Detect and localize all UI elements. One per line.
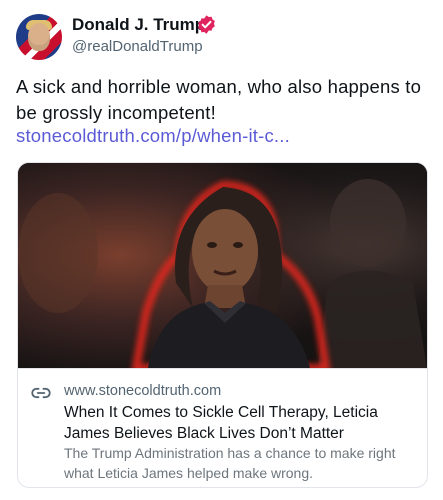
- verified-badge-icon: [198, 15, 215, 34]
- card-domain[interactable]: www.stonecoldtruth.com: [64, 383, 221, 399]
- card-meta: www.stonecoldtruth.com When It Comes to …: [18, 368, 427, 487]
- link-icon: [31, 387, 51, 399]
- card-headline[interactable]: When It Comes to Sickle Cell Therapy, Le…: [64, 402, 414, 444]
- post-text: A sick and horrible woman, who also happ…: [16, 76, 422, 123]
- author-handle[interactable]: @realDonaldTrump: [72, 38, 203, 55]
- card-image-illustration: [18, 163, 427, 368]
- post-link[interactable]: stonecoldtruth.com/p/when-it-c...: [16, 124, 290, 148]
- post: Donald J. Trump @realDonaldTrump A sick …: [0, 0, 443, 500]
- avatar[interactable]: [16, 14, 62, 60]
- avatar-face: [28, 23, 50, 51]
- card-description: The Trump Administration has a chance to…: [64, 445, 396, 481]
- link-preview-card[interactable]: www.stonecoldtruth.com When It Comes to …: [17, 162, 428, 488]
- author-name[interactable]: Donald J. Trump: [72, 15, 205, 35]
- card-image[interactable]: [18, 163, 427, 368]
